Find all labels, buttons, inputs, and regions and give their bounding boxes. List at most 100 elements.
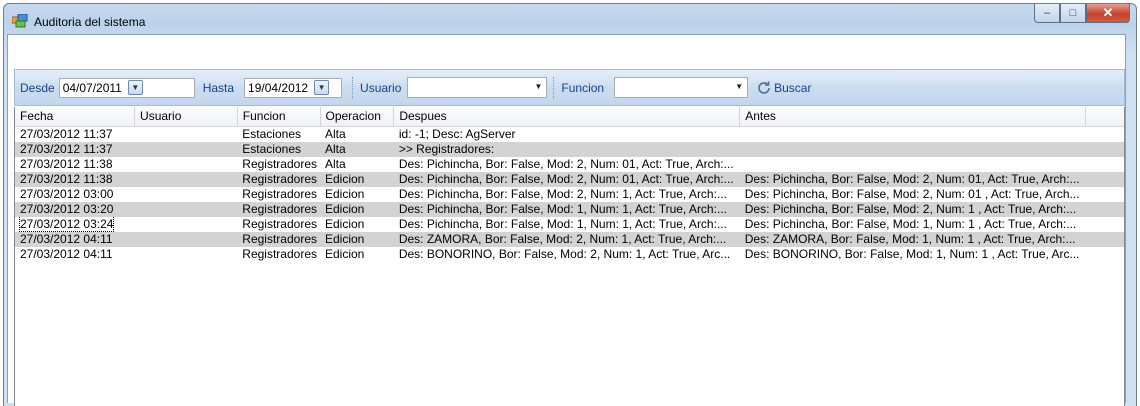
funcion-combo[interactable]: ▼: [614, 77, 749, 98]
col-header-filler: [1085, 107, 1124, 127]
audit-table: Fecha Usuario Funcion Operacion Despues …: [15, 107, 1124, 262]
cell-fecha[interactable]: 27/03/2012 03:20: [15, 201, 135, 217]
cell-despues[interactable]: Des: Pichincha, Bor: False, Mod: 2, Num:…: [393, 171, 740, 187]
cell-antes[interactable]: Des: Pichincha, Bor: False, Mod: 1, Num:…: [740, 217, 1086, 232]
minimize-button[interactable]: –: [1034, 4, 1060, 23]
cell-despues[interactable]: Des: ZAMORA, Bor: False, Mod: 2, Num: 1,…: [393, 231, 740, 247]
cell-usuario[interactable]: [134, 231, 238, 247]
cell-fecha[interactable]: 27/03/2012 11:37: [15, 141, 135, 157]
table-row[interactable]: 27/03/2012 11:37 Estaciones Alta >> Registr…: [15, 141, 1124, 157]
combo-dropdown-icon[interactable]: ▼: [534, 82, 542, 91]
cell-despues[interactable]: Des: Pichincha, Bor: False, Mod: 1, Num:…: [394, 217, 740, 232]
cell-usuario[interactable]: [135, 126, 238, 142]
calendar-dropdown-icon[interactable]: ▼: [314, 80, 330, 95]
cell-funcion[interactable]: Registradores: [237, 217, 320, 232]
grid-body: 27/03/2012 11:37 Estaciones Alta id: -1; De…: [15, 126, 1124, 262]
cell-fecha[interactable]: 27/03/2012 04:11: [15, 247, 135, 262]
col-header-operacion[interactable]: Operacion: [320, 107, 395, 127]
cell-usuario[interactable]: [135, 187, 238, 202]
cell-operacion[interactable]: Edicion: [320, 201, 394, 217]
cell-funcion[interactable]: Estaciones: [237, 141, 320, 157]
grid-header-row: Fecha Usuario Funcion Operacion Despues …: [15, 107, 1124, 127]
cell-filler: [1086, 247, 1124, 262]
cell-antes[interactable]: Des: BONORINO, Bor: False, Mod: 1, Num: …: [740, 247, 1086, 262]
cell-operacion[interactable]: Edicion: [320, 231, 394, 247]
cell-fecha[interactable]: 27/03/2012 04:11: [15, 231, 135, 247]
cell-funcion[interactable]: Registradores: [237, 171, 320, 187]
cell-filler: [1085, 141, 1124, 157]
cell-fecha[interactable]: 27/03/2012 11:37: [15, 126, 135, 142]
cell-fecha[interactable]: 27/03/2012 11:38: [15, 157, 135, 172]
cell-despues[interactable]: Des: Pichincha, Bor: False, Mod: 2, Num:…: [394, 187, 740, 202]
cell-fecha[interactable]: 27/03/2012 03:00: [15, 187, 135, 202]
table-row[interactable]: 27/03/2012 03:00 Registradores Edicion Des:…: [15, 187, 1124, 202]
table-row[interactable]: 27/03/2012 03:20 Registradores Edicion Des:…: [15, 201, 1124, 217]
combo-dropdown-icon[interactable]: ▼: [735, 82, 743, 91]
maximize-button[interactable]: □: [1060, 4, 1086, 23]
cell-usuario[interactable]: [134, 141, 238, 157]
usuario-combo[interactable]: ▼: [407, 77, 548, 98]
cell-funcion[interactable]: Registradores: [237, 187, 320, 202]
col-header-antes[interactable]: Antes: [739, 107, 1087, 127]
cell-fecha[interactable]: 27/03/2012 11:38: [15, 171, 135, 187]
cell-antes[interactable]: [740, 126, 1086, 142]
cell-funcion[interactable]: Registradores: [237, 231, 320, 247]
col-header-funcion[interactable]: Funcion: [237, 107, 321, 127]
cell-operacion[interactable]: Alta: [320, 157, 394, 172]
table-row[interactable]: 27/03/2012 03:24 Registradores Edicion Des:…: [15, 216, 1124, 232]
cell-antes[interactable]: [740, 157, 1086, 172]
cell-despues[interactable]: id: -1; Desc: AgServer: [394, 126, 740, 142]
desde-date-picker[interactable]: 04/07/2011 ▼: [58, 77, 195, 98]
cell-funcion[interactable]: Registradores: [237, 157, 320, 172]
usuario-label: Usuario: [360, 80, 402, 95]
close-button[interactable]: ✕: [1086, 4, 1130, 23]
cell-filler: [1086, 126, 1124, 142]
window-title: Auditoria del sistema: [34, 15, 146, 29]
cell-usuario[interactable]: [134, 171, 238, 187]
table-row[interactable]: 27/03/2012 04:11 Registradores Edicion Des:…: [15, 231, 1124, 247]
table-row[interactable]: 27/03/2012 11:37 Estaciones Alta id: -1; De…: [15, 126, 1124, 142]
app-icon: [12, 14, 28, 28]
cell-antes[interactable]: Des: ZAMORA, Bor: False, Mod: 1, Num: 1 …: [739, 231, 1086, 247]
cell-operacion[interactable]: Edicion: [320, 171, 394, 187]
table-row[interactable]: 27/03/2012 11:38 Registradores Alta Des: Pi…: [15, 157, 1124, 172]
cell-funcion[interactable]: Registradores: [237, 201, 320, 217]
calendar-dropdown-icon[interactable]: ▼: [127, 80, 143, 95]
cell-usuario[interactable]: [135, 247, 238, 262]
cell-antes[interactable]: [739, 141, 1086, 157]
hasta-date-picker[interactable]: 19/04/2012 ▼: [244, 77, 343, 98]
title-bar[interactable]: Auditoria del sistema – □ ✕: [4, 4, 1136, 34]
table-row[interactable]: 27/03/2012 04:11 Registradores Edicion Des:…: [15, 247, 1124, 262]
desde-label: Desde: [20, 80, 55, 95]
cell-despues[interactable]: Des: BONORINO, Bor: False, Mod: 2, Num: …: [394, 247, 740, 262]
cell-despues[interactable]: >> Registradores:: [393, 141, 740, 157]
cell-operacion[interactable]: Alta: [320, 141, 394, 157]
desde-date-value: 04/07/2011: [62, 80, 122, 95]
cell-usuario[interactable]: [135, 217, 238, 232]
col-header-despues[interactable]: Despues: [393, 107, 741, 127]
cell-antes[interactable]: Des: Pichincha, Bor: False, Mod: 2, Num:…: [739, 171, 1086, 187]
cell-antes[interactable]: Des: Pichincha, Bor: False, Mod: 2, Num:…: [739, 201, 1086, 217]
buscar-button[interactable]: Buscar: [756, 80, 811, 96]
refresh-icon: [758, 81, 770, 94]
focused-cell-text: 27/03/2012 03:24: [18, 216, 115, 232]
col-header-fecha[interactable]: Fecha: [15, 107, 136, 127]
buscar-label: Buscar: [774, 80, 812, 95]
cell-despues[interactable]: Des: Pichincha, Bor: False, Mod: 2, Num:…: [394, 157, 740, 172]
cell-funcion[interactable]: Registradores: [237, 247, 320, 262]
col-header-usuario[interactable]: Usuario: [134, 107, 238, 127]
cell-fecha[interactable]: 27/03/2012 03:24: [15, 216, 135, 232]
cell-operacion[interactable]: Alta: [320, 126, 394, 142]
cell-antes[interactable]: Des: Pichincha, Bor: False, Mod: 2, Num:…: [740, 187, 1086, 202]
cell-funcion[interactable]: Estaciones: [237, 126, 320, 142]
cell-operacion[interactable]: Edicion: [320, 247, 394, 262]
audit-grid[interactable]: Fecha Usuario Funcion Operacion Despues …: [14, 107, 1125, 406]
cell-usuario[interactable]: [135, 157, 238, 172]
cell-usuario[interactable]: [134, 201, 238, 217]
cell-filler: [1085, 231, 1124, 247]
cell-operacion[interactable]: Edicion: [320, 187, 394, 202]
table-row[interactable]: 27/03/2012 11:38 Registradores Edicion Des:…: [15, 171, 1124, 187]
cell-operacion[interactable]: Edicion: [320, 217, 394, 232]
cell-filler: [1085, 171, 1124, 187]
cell-despues[interactable]: Des: Pichincha, Bor: False, Mod: 1, Num:…: [393, 201, 740, 217]
